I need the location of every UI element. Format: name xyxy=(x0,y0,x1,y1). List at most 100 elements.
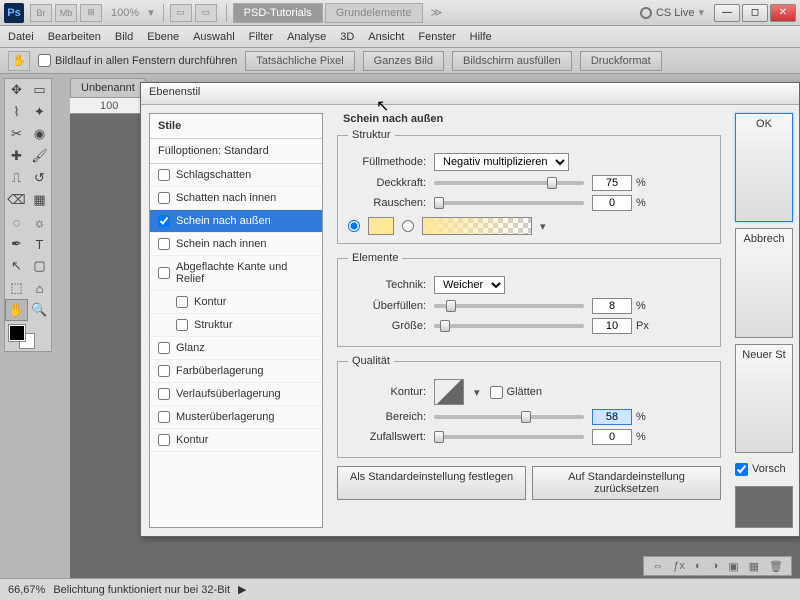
camera-tool[interactable]: ⌂ xyxy=(28,277,51,299)
print-size-button[interactable]: Druckformat xyxy=(580,51,662,71)
style-bevel[interactable]: Abgeflachte Kante und Relief xyxy=(150,256,322,291)
fit-screen-button[interactable]: Ganzes Bild xyxy=(363,51,444,71)
pen-tool[interactable]: ✒ xyxy=(5,233,28,255)
minibridge-button[interactable]: Mb xyxy=(55,4,77,22)
style-bevel-texture[interactable]: Struktur xyxy=(150,314,322,337)
style-stroke[interactable]: Kontur xyxy=(150,429,322,452)
zoom-display[interactable]: 100% xyxy=(111,7,139,19)
gradient-tool[interactable]: ▦ xyxy=(28,189,51,211)
make-default-button[interactable]: Als Standardeinstellung festlegen xyxy=(337,466,526,500)
arrange-button[interactable]: ▭ xyxy=(170,4,192,22)
wand-tool[interactable]: ✦ xyxy=(28,101,51,123)
style-pattern-overlay[interactable]: Musterüberlagerung xyxy=(150,406,322,429)
path-tool[interactable]: ↖ xyxy=(5,255,28,277)
bridge-button[interactable]: Br xyxy=(30,4,52,22)
menu-bild[interactable]: Bild xyxy=(115,31,133,43)
style-drop-shadow[interactable]: Schlagschatten xyxy=(150,164,322,187)
reset-default-button[interactable]: Auf Standardeinstellung zurücksetzen xyxy=(532,466,721,500)
cancel-button[interactable]: Abbrech xyxy=(735,228,793,337)
jitter-input[interactable] xyxy=(592,429,632,445)
eyedropper-tool[interactable]: ◉ xyxy=(28,123,51,145)
dodge-tool[interactable]: ☼ xyxy=(28,211,51,233)
style-color-overlay[interactable]: Farbüberlagerung xyxy=(150,360,322,383)
menu-bearbeiten[interactable]: Bearbeiten xyxy=(48,31,101,43)
fx-icon[interactable]: ƒx xyxy=(673,560,685,572)
new-layer-icon[interactable]: ▦ xyxy=(749,560,759,573)
range-input[interactable] xyxy=(592,409,632,425)
hand-tool-icon[interactable]: ✋ xyxy=(8,51,30,71)
scroll-all-checkbox[interactable]: Bildlauf in allen Fenstern durchführen xyxy=(38,54,237,67)
style-outer-glow[interactable]: Schein nach außen xyxy=(150,210,322,233)
style-inner-glow[interactable]: Schein nach innen xyxy=(150,233,322,256)
style-satin[interactable]: Glanz xyxy=(150,337,322,360)
blending-options-row[interactable]: Fülloptionen: Standard xyxy=(150,139,322,164)
menu-3d[interactable]: 3D xyxy=(340,31,354,43)
shape-tool[interactable]: ▢ xyxy=(28,255,51,277)
menu-hilfe[interactable]: Hilfe xyxy=(470,31,492,43)
menu-auswahl[interactable]: Auswahl xyxy=(193,31,235,43)
cslive-button[interactable]: CS Live ▾ xyxy=(640,6,704,19)
workspace-psd-tutorials[interactable]: PSD-Tutorials xyxy=(233,3,323,23)
style-bevel-contour[interactable]: Kontur xyxy=(150,291,322,314)
range-slider[interactable] xyxy=(434,415,584,419)
type-tool[interactable]: T xyxy=(28,233,51,255)
maximize-button[interactable]: ◻ xyxy=(742,4,768,22)
style-inner-shadow[interactable]: Schatten nach innen xyxy=(150,187,322,210)
blur-tool[interactable]: ◌ xyxy=(5,211,28,233)
opacity-input[interactable] xyxy=(592,175,632,191)
styles-heading[interactable]: Stile xyxy=(150,114,322,139)
heal-tool[interactable]: ✚ xyxy=(5,145,28,167)
3d-tool[interactable]: ⬚ xyxy=(5,277,28,299)
zoom-tool[interactable]: 🔍 xyxy=(28,299,51,321)
stamp-tool[interactable]: ⎍ xyxy=(5,167,28,189)
menu-fenster[interactable]: Fenster xyxy=(418,31,455,43)
history-brush-tool[interactable]: ↺ xyxy=(28,167,51,189)
menu-analyse[interactable]: Analyse xyxy=(287,31,326,43)
document-tab[interactable]: Unbenannt xyxy=(70,78,146,98)
preview-checkbox[interactable]: Vorsch xyxy=(735,463,793,476)
workspace-grundelemente[interactable]: Grundelemente xyxy=(325,3,423,23)
screenmode-button[interactable]: ▭ xyxy=(195,4,217,22)
spread-input[interactable] xyxy=(592,298,632,314)
ok-button[interactable]: OK xyxy=(735,113,793,222)
style-gradient-overlay[interactable]: Verlaufsüberlagerung xyxy=(150,383,322,406)
status-play-icon[interactable]: ▶ xyxy=(238,583,246,596)
blend-mode-select[interactable]: Negativ multiplizieren xyxy=(434,153,569,171)
new-style-button[interactable]: Neuer St xyxy=(735,344,793,453)
status-zoom[interactable]: 66,67% xyxy=(8,584,45,596)
marquee-tool[interactable]: ▭ xyxy=(28,79,51,101)
spread-slider[interactable] xyxy=(434,304,584,308)
fill-screen-button[interactable]: Bildschirm ausfüllen xyxy=(452,51,572,71)
workspace-more-icon[interactable]: ≫ xyxy=(431,6,443,19)
crop-tool[interactable]: ✂ xyxy=(5,123,28,145)
contour-picker[interactable] xyxy=(434,379,464,405)
technique-select[interactable]: Weicher xyxy=(434,276,505,294)
menu-filter[interactable]: Filter xyxy=(249,31,273,43)
noise-input[interactable] xyxy=(592,195,632,211)
glow-gradient-chip[interactable] xyxy=(422,217,532,235)
eraser-tool[interactable]: ⌫ xyxy=(5,189,28,211)
size-input[interactable] xyxy=(592,318,632,334)
lasso-tool[interactable]: ⌇ xyxy=(5,101,28,123)
glow-color-chip[interactable] xyxy=(368,217,394,235)
glow-gradient-radio[interactable] xyxy=(402,220,414,232)
opacity-slider[interactable] xyxy=(434,181,584,185)
menu-datei[interactable]: Datei xyxy=(8,31,34,43)
brush-tool[interactable]: 🖌 xyxy=(28,145,51,167)
link-icon[interactable]: ⇔ xyxy=(652,560,663,572)
folder-icon[interactable]: ▣ xyxy=(728,560,738,573)
minimize-button[interactable]: — xyxy=(714,4,740,22)
close-button[interactable]: ✕ xyxy=(770,4,796,22)
jitter-slider[interactable] xyxy=(434,435,584,439)
menu-ansicht[interactable]: Ansicht xyxy=(368,31,404,43)
move-tool[interactable]: ✥ xyxy=(5,79,28,101)
adjustment-icon[interactable]: ◑ xyxy=(712,560,719,572)
trash-icon[interactable]: 🗑 xyxy=(769,560,783,573)
view-extras-button[interactable]: ⊞ xyxy=(80,4,102,22)
noise-slider[interactable] xyxy=(434,201,584,205)
actual-pixels-button[interactable]: Tatsächliche Pixel xyxy=(245,51,354,71)
hand-tool[interactable]: ✋ xyxy=(5,299,28,321)
glow-solid-radio[interactable] xyxy=(348,220,360,232)
menu-ebene[interactable]: Ebene xyxy=(147,31,179,43)
size-slider[interactable] xyxy=(434,324,584,328)
